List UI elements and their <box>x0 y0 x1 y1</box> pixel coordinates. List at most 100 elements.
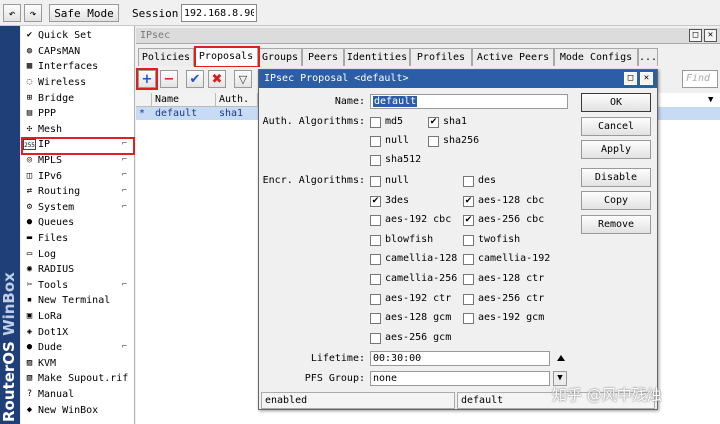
checkbox-aes-128-cbc[interactable]: ✔ <box>463 195 474 207</box>
sidebar-icon: ▨ <box>26 357 33 368</box>
dialog-title: IPsec Proposal <default> <box>264 73 409 84</box>
tab-mode-configs[interactable]: Mode Configs <box>554 48 638 66</box>
checkbox-aes-192-ctr[interactable] <box>370 293 381 305</box>
copy-button[interactable]: Copy <box>581 191 651 210</box>
checkbox-aes-192-cbc[interactable] <box>370 215 381 227</box>
remove-icon[interactable]: − <box>160 70 178 88</box>
ok-button[interactable]: OK <box>581 93 651 112</box>
sidebar-item-label: RADIUS <box>38 264 75 276</box>
checkbox-sha512[interactable] <box>370 155 381 166</box>
cancel-button[interactable]: Cancel <box>581 117 651 136</box>
sidebar-item-tools[interactable]: ✂ Tools ⌐ <box>23 278 133 294</box>
lifetime-input[interactable] <box>370 351 550 366</box>
submenu-arrow-icon: ⌐ <box>121 279 127 290</box>
checkbox-twofish[interactable] <box>463 234 474 246</box>
sidebar-item-dude[interactable]: ● Dude ⌐ <box>23 340 133 356</box>
column-auth[interactable]: Auth. <box>216 93 258 107</box>
maximize-icon[interactable]: □ <box>624 72 637 85</box>
checkbox-null[interactable] <box>370 136 381 147</box>
checkbox-sha1[interactable]: ✔ <box>428 117 439 128</box>
row-marker: * <box>139 108 146 119</box>
sidebar-item-wireless[interactable]: ◌ Wireless <box>23 75 133 91</box>
remove-button[interactable]: Remove <box>581 215 651 234</box>
filter-icon[interactable]: ▽ <box>234 70 252 88</box>
sidebar-item-ipv6[interactable]: ◫ IPv6 ⌐ <box>23 168 133 184</box>
close-icon[interactable]: ✕ <box>640 72 653 85</box>
checkbox-camellia-256[interactable] <box>370 274 381 285</box>
brand-text: RouterOS WinBox <box>0 272 18 422</box>
sidebar-item-lora[interactable]: ▣ LoRa <box>23 309 133 325</box>
checkbox-camellia-128[interactable] <box>370 254 381 266</box>
sidebar-item-mesh[interactable]: ✣ Mesh <box>23 122 133 138</box>
pfs-group-select[interactable]: none <box>370 371 550 386</box>
checkbox-label: aes-192 cbc <box>385 214 452 226</box>
sidebar-icon: ◍ <box>26 45 33 56</box>
checkbox-label: md5 <box>385 116 404 127</box>
sidebar-item-capsman[interactable]: ◍ CAPsMAN <box>23 44 133 60</box>
safe-mode-button[interactable]: Safe Mode <box>49 4 119 22</box>
checkbox-null[interactable] <box>370 176 381 187</box>
checkbox-label: aes-256 cbc <box>478 214 545 226</box>
sidebar-item-label: Tools <box>38 279 69 291</box>
sidebar-item-manual[interactable]: ? Manual <box>23 387 133 403</box>
sidebar-icon: ▭ <box>26 248 33 259</box>
checkbox-aes-256-ctr[interactable] <box>463 293 474 305</box>
sidebar-item-label: Manual <box>38 389 75 401</box>
tab-more[interactable]: ... <box>638 48 658 66</box>
column-dropdown-icon[interactable]: ▼ <box>708 95 713 105</box>
tab-active-peers[interactable]: Active Peers <box>472 48 554 66</box>
sidebar-item-radius[interactable]: ◉ RADIUS <box>23 262 133 278</box>
checkbox-md5[interactable] <box>370 117 381 128</box>
checkbox-des[interactable] <box>463 176 474 187</box>
sidebar-item-routing[interactable]: ⇄ Routing ⌐ <box>23 184 133 200</box>
sidebar-item-label: Log <box>38 248 57 260</box>
tab-profiles[interactable]: Profiles <box>410 48 472 66</box>
session-input[interactable] <box>181 4 257 22</box>
checkbox-aes-256-cbc[interactable]: ✔ <box>463 215 474 227</box>
checkbox-aes-192-gcm[interactable] <box>463 313 474 325</box>
sidebar-item-dot1x[interactable]: ◈ Dot1X <box>23 324 133 340</box>
find-input[interactable]: Find <box>682 70 718 88</box>
tab-groups[interactable]: Groups <box>258 48 302 66</box>
sidebar-item-label: Routing <box>38 186 81 198</box>
sidebar-item-log[interactable]: ▭ Log <box>23 246 133 262</box>
sidebar-item-interfaces[interactable]: ▦ Interfaces <box>23 59 133 75</box>
tab-policies[interactable]: Policies <box>138 48 194 66</box>
tab-identities[interactable]: Identities <box>344 48 410 66</box>
maximize-icon[interactable]: □ <box>689 29 702 42</box>
name-input[interactable]: default <box>370 94 568 109</box>
sidebar-item-new-winbox[interactable]: ◆ New WinBox <box>23 402 133 418</box>
checkbox-3des[interactable]: ✔ <box>370 195 381 207</box>
disable-x-icon[interactable]: ✖ <box>208 70 226 88</box>
checkbox-camellia-192[interactable] <box>463 254 474 266</box>
sidebar-item-new-terminal[interactable]: ▪ New Terminal <box>23 293 133 309</box>
sidebar-item-make-supout-rif[interactable]: ▧ Make Supout.rif <box>23 371 133 387</box>
checkbox-aes-128-ctr[interactable] <box>463 274 474 285</box>
sidebar-item-files[interactable]: ▬ Files <box>23 231 133 247</box>
undo-arrow-icon[interactable]: ↶ <box>3 4 21 22</box>
apply-button[interactable]: Apply <box>581 140 651 159</box>
checkbox-label: des <box>478 175 497 186</box>
redo-arrow-icon[interactable]: ↷ <box>24 4 42 22</box>
checkbox-label: aes-128 cbc <box>478 194 545 206</box>
checkbox-aes-128-gcm[interactable] <box>370 313 381 325</box>
checkbox-aes-256-gcm[interactable] <box>370 332 381 344</box>
sidebar-menu: ✔ Quick Set ◍ CAPsMAN ▦ Interfaces ◌ Wireless ⊞ B… <box>21 26 135 424</box>
sidebar-item-quick-set[interactable]: ✔ Quick Set <box>23 28 133 44</box>
sidebar-item-bridge[interactable]: ⊞ Bridge <box>23 90 133 106</box>
sidebar-item-kvm[interactable]: ▨ KVM <box>23 356 133 372</box>
checkbox-label: sha512 <box>385 154 422 165</box>
sidebar-icon: ▦ <box>26 61 33 72</box>
sidebar-item-mpls[interactable]: ◎ MPLS ⌐ <box>23 153 133 169</box>
sidebar-item-system[interactable]: ⚙ System ⌐ <box>23 200 133 216</box>
tab-peers[interactable]: Peers <box>302 48 344 66</box>
sidebar-item-ppp[interactable]: ▤ PPP <box>23 106 133 122</box>
disable-button[interactable]: Disable <box>581 168 651 187</box>
enable-check-icon[interactable]: ✔ <box>186 70 204 88</box>
close-icon[interactable]: ✕ <box>704 29 717 42</box>
sidebar-item-queues[interactable]: ● Queues <box>23 215 133 231</box>
collapse-up-icon[interactable] <box>557 355 565 361</box>
checkbox-blowfish[interactable] <box>370 234 381 246</box>
checkbox-sha256[interactable] <box>428 136 439 147</box>
column-name[interactable]: Name <box>152 93 216 107</box>
